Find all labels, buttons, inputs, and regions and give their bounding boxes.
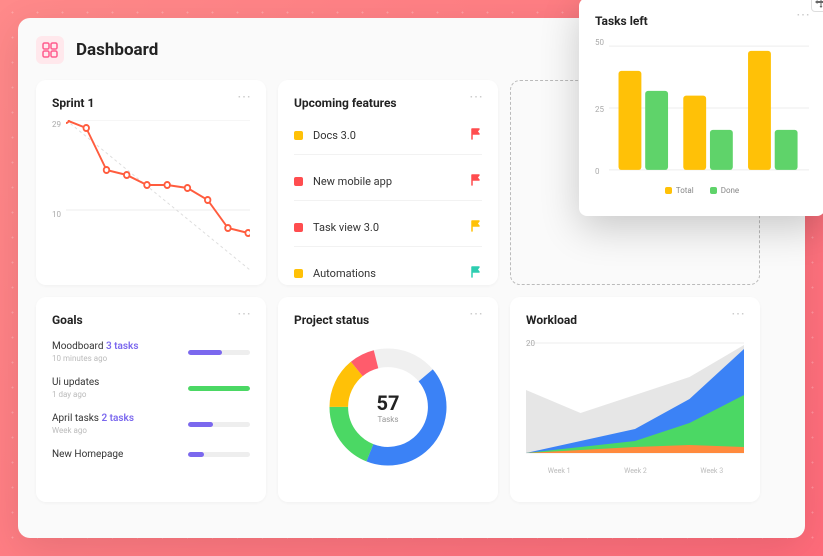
project-status-label: Tasks (377, 415, 400, 424)
goal-timestamp: 1 day ago (52, 390, 178, 399)
feature-item[interactable]: Docs 3.0 (294, 128, 482, 155)
feature-label: New mobile app (313, 175, 392, 188)
goal-progress (188, 452, 250, 457)
feature-label: Task view 3.0 (313, 221, 379, 234)
goals-card: Goals ⋯ Moodboard 3 tasks 10 minutes ago U… (36, 297, 266, 502)
priority-dot-icon (294, 131, 303, 140)
goal-timestamp: Week ago (52, 426, 178, 435)
goal-timestamp: 10 minutes ago (52, 354, 178, 363)
goal-highlight: 3 tasks (106, 341, 139, 352)
x-axis-label: Week 3 (700, 467, 723, 475)
x-axis-label: Week 2 (624, 467, 647, 475)
legend-done: Done (721, 186, 739, 195)
more-icon[interactable]: ⋯ (469, 94, 484, 100)
legend-total: Total (676, 186, 694, 195)
priority-dot-icon (294, 223, 303, 232)
goal-item[interactable]: April tasks 2 tasks Week ago (52, 413, 250, 435)
project-status-chart: 57 Tasks (294, 327, 482, 487)
feature-item[interactable]: New mobile app (294, 174, 482, 201)
goal-progress (188, 350, 250, 355)
goal-label: Moodboard (52, 341, 103, 352)
y-axis-label: 50 (595, 38, 604, 47)
flag-icon[interactable] (470, 128, 482, 143)
feature-item[interactable]: Automations (294, 266, 482, 292)
features-card: Upcoming features ⋯ Docs 3.0 New mobile a… (278, 80, 498, 285)
flag-icon[interactable] (470, 220, 482, 235)
y-axis-label: 10 (52, 210, 61, 219)
tasks-left-card[interactable]: Tasks left ⋯ 50 25 0 Total Done (579, 0, 823, 216)
tasks-left-legend: Total Done (595, 186, 809, 195)
features-title: Upcoming features (294, 96, 482, 110)
flag-icon[interactable] (470, 266, 482, 281)
page-title: Dashboard (76, 40, 158, 60)
priority-dot-icon (294, 177, 303, 186)
sprint-chart: 29 10 (52, 120, 250, 270)
feature-item[interactable]: Task view 3.0 (294, 220, 482, 247)
y-axis-label: 0 (595, 167, 600, 176)
project-status-title: Project status (294, 313, 482, 327)
goal-label: New Homepage (52, 449, 123, 460)
y-axis-label: 25 (595, 105, 604, 114)
sprint-card: Sprint 1 ⋯ 29 10 (36, 80, 266, 285)
goal-label: Ui updates (52, 377, 99, 388)
goal-item[interactable]: Ui updates 1 day ago (52, 377, 250, 399)
feature-label: Docs 3.0 (313, 129, 356, 142)
priority-dot-icon (294, 269, 303, 278)
workload-chart: 20 Week 1 Week 2 Week 3 (526, 335, 744, 475)
tasks-left-chart: 50 25 0 (595, 38, 809, 178)
goal-item[interactable]: Moodboard 3 tasks 10 minutes ago (52, 341, 250, 363)
goal-highlight: 2 tasks (101, 413, 134, 424)
sprint-title: Sprint 1 (52, 96, 250, 110)
more-icon[interactable]: ⋯ (469, 311, 484, 317)
feature-label: Automations (313, 267, 376, 280)
more-icon[interactable]: ⋯ (237, 311, 252, 317)
more-icon[interactable]: ⋯ (731, 311, 746, 317)
y-axis-label: 29 (52, 120, 61, 129)
y-axis-label: 20 (526, 339, 535, 348)
goals-title: Goals (52, 313, 250, 327)
more-icon[interactable]: ⋯ (237, 94, 252, 100)
dashboard-icon (36, 36, 64, 64)
workload-title: Workload (526, 313, 744, 327)
more-icon[interactable]: ⋯ (796, 12, 811, 18)
x-axis-label: Week 1 (548, 467, 571, 475)
workload-card: Workload ⋯ 20 Week 1 Week 2 Week 3 (510, 297, 760, 502)
project-status-value: 57 (377, 391, 400, 415)
goal-progress (188, 386, 250, 391)
flag-icon[interactable] (470, 174, 482, 189)
move-handle-icon[interactable] (811, 0, 823, 12)
goal-label: April tasks (52, 413, 99, 424)
goal-item[interactable]: New Homepage (52, 449, 250, 460)
tasks-left-title: Tasks left (595, 14, 809, 28)
project-status-card: Project status ⋯ 57 Tasks (278, 297, 498, 502)
goal-progress (188, 422, 250, 427)
